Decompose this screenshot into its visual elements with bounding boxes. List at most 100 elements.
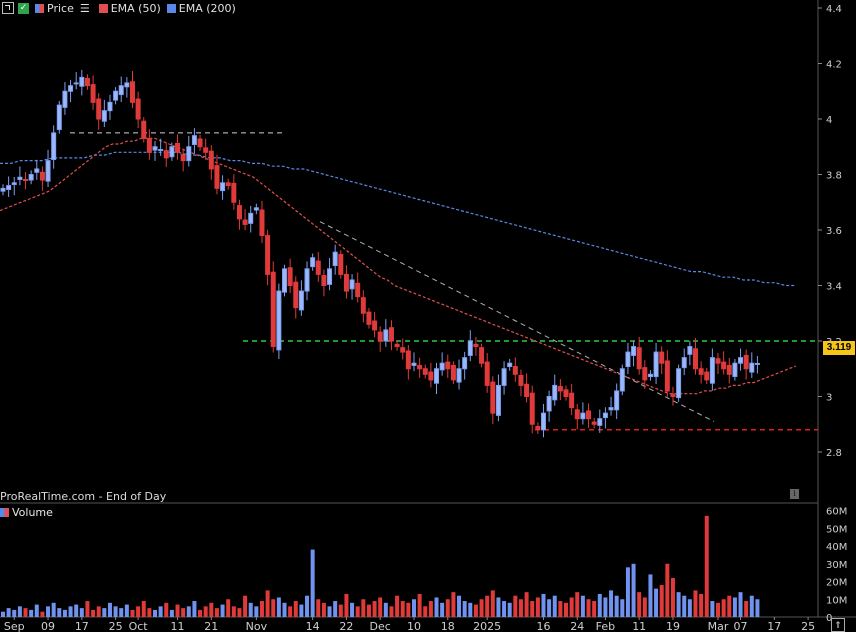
legend-lines[interactable]: ☰ [80, 2, 93, 15]
candle-body [73, 82, 79, 85]
candle-body [636, 347, 642, 370]
volume-bar [124, 604, 129, 617]
volume-bar [158, 606, 163, 617]
volume-swatch [0, 507, 9, 517]
candle-body [501, 368, 507, 386]
volume-bar [220, 604, 225, 617]
volume-bar [597, 593, 602, 617]
candle-body [236, 205, 242, 220]
candle-body [434, 368, 440, 384]
last-price-tag: 3.119 [823, 341, 855, 355]
candle-body [411, 362, 417, 366]
candle-body [445, 361, 451, 370]
volume-bar [310, 549, 315, 617]
volume-bar [406, 602, 411, 617]
volume-bar [716, 602, 721, 617]
volume-bar [502, 601, 507, 617]
volume-bar [12, 609, 17, 617]
candle-body [540, 412, 546, 431]
candle-body [45, 160, 51, 182]
volume-bar [248, 602, 253, 617]
candle-body [129, 81, 135, 103]
candle-body [0, 187, 6, 192]
time-tick-label: 17 [767, 620, 781, 632]
candle-body [670, 393, 676, 397]
volume-bar [327, 606, 332, 617]
candle-body [84, 77, 90, 87]
candle-body [107, 101, 113, 112]
candle-body [439, 362, 445, 371]
price-swatch [35, 3, 44, 13]
volume-legend[interactable]: Volume [0, 505, 53, 519]
volume-bar [479, 599, 484, 617]
candle-body [642, 367, 648, 381]
candle-body [146, 137, 152, 153]
candle-body [332, 251, 338, 267]
expand-icon[interactable] [2, 2, 14, 14]
legend-price[interactable]: Price [35, 2, 74, 15]
candle-body [287, 267, 293, 286]
volume-tick-label: 50M [826, 524, 847, 535]
volume-bar [23, 608, 28, 617]
volume-bar [383, 602, 388, 617]
candle-body [96, 98, 102, 120]
volume-bar [732, 597, 737, 617]
volume-bar [389, 606, 394, 617]
volume-bar [243, 595, 248, 617]
volume-bar [355, 606, 360, 617]
volume-bar [400, 601, 405, 617]
candle-body [56, 104, 62, 131]
time-tick-label: 16 [536, 620, 550, 632]
candle-body [574, 409, 580, 420]
check-icon[interactable]: ✓ [18, 2, 29, 14]
volume-bar [62, 609, 67, 617]
volume-bar [46, 606, 51, 617]
volume-bar [254, 606, 259, 617]
candle-body [614, 390, 620, 411]
time-tick-label: 21 [204, 620, 218, 632]
candle-body [715, 358, 721, 364]
volume-bar [282, 602, 287, 617]
candle-body [518, 374, 524, 386]
candle-body [265, 235, 271, 275]
candle-body [225, 182, 231, 187]
time-tick-label: 09 [41, 620, 55, 632]
candle-body [659, 351, 665, 364]
volume-bar [507, 602, 512, 617]
time-tick-label: Mar [708, 620, 729, 632]
candle-body [692, 348, 698, 370]
time-tick-label: 17 [75, 620, 89, 632]
legend-ema200[interactable]: EMA (200) [166, 2, 236, 15]
candle-body [253, 207, 259, 211]
time-tick-label: 25 [801, 620, 815, 632]
time-tick-label: 19 [666, 620, 680, 632]
scroll-arrow-icon[interactable]: ⇑ [831, 618, 845, 632]
candle-body [450, 364, 456, 381]
candle-body [39, 171, 45, 181]
volume-bar [558, 601, 563, 617]
volume-bar [395, 595, 400, 617]
volume-bar [169, 609, 174, 617]
volume-bar [198, 609, 203, 617]
volume-bar [490, 590, 495, 617]
price-tick-label: 2.8 [826, 448, 842, 459]
ema50-swatch [98, 3, 108, 13]
volume-bar [107, 602, 112, 617]
volume-bar [316, 599, 321, 617]
candle-body [338, 253, 344, 275]
volume-bar [721, 599, 726, 617]
info-icon[interactable]: i [790, 489, 799, 499]
volume-bar [51, 602, 56, 617]
legend-ema50[interactable]: EMA (50) [98, 2, 161, 15]
candle-body [113, 90, 119, 101]
volume-bar [541, 593, 546, 617]
candle-body [467, 340, 473, 356]
chart-canvas[interactable]: 2.833.23.43.63.844.24.460M50M40M30M20M10… [0, 0, 856, 632]
chart-background [0, 0, 856, 632]
candle-body [383, 329, 389, 342]
price-tick-label: 4 [826, 115, 832, 126]
volume-tick-label: 20M [826, 578, 847, 589]
volume-bar [670, 577, 675, 617]
candle-body [304, 268, 310, 292]
candle-body [625, 351, 631, 368]
